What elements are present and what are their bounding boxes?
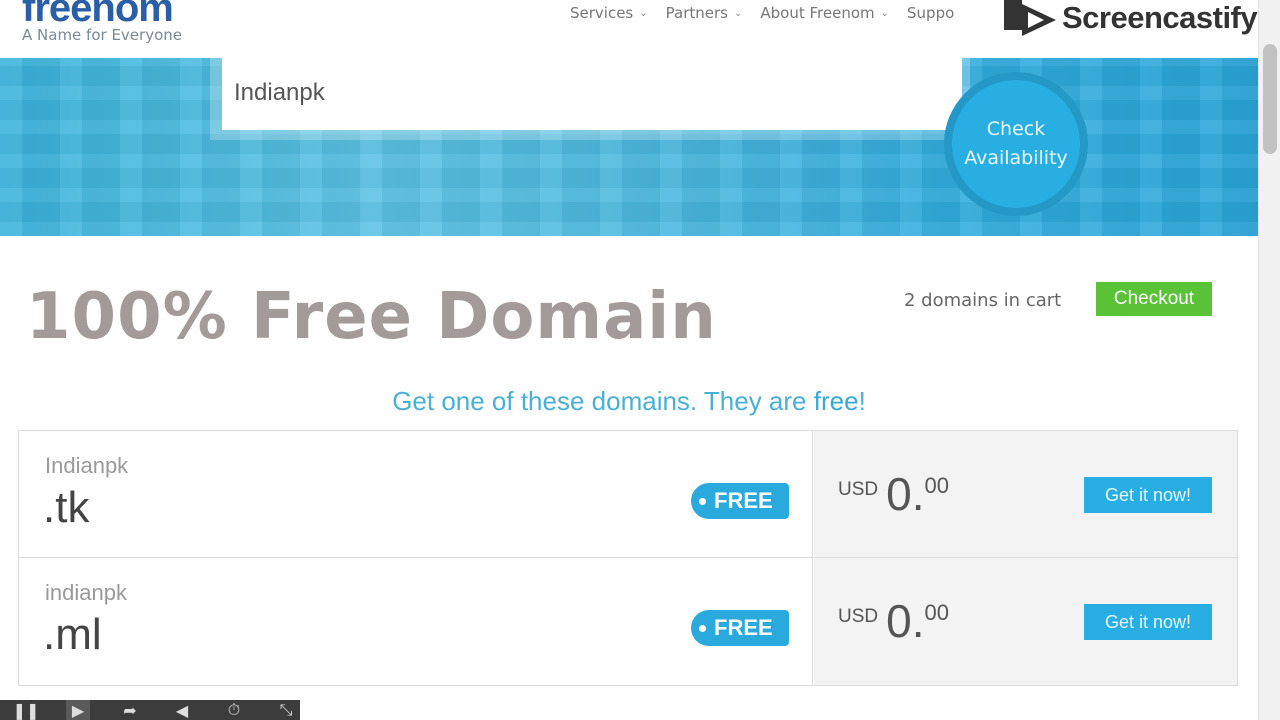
domain-tld: .tk bbox=[43, 483, 90, 532]
domain-info: Indianpk .tk FREE bbox=[19, 431, 813, 557]
price-amount: 0. bbox=[886, 468, 925, 520]
price-cents: 00 bbox=[924, 600, 949, 625]
domain-price: USD 0. 00 bbox=[838, 598, 949, 644]
chevron-down-icon: ⌄ bbox=[880, 7, 890, 19]
screencastify-label: Screencastify bbox=[1062, 0, 1258, 35]
cart-count: 2 domains in cart bbox=[904, 290, 1062, 311]
nav-about[interactable]: About Freenom ⌄ bbox=[760, 4, 889, 22]
timer-icon[interactable]: ⏱ bbox=[222, 700, 246, 720]
subtitle-suffix: ! bbox=[858, 386, 866, 416]
free-badge: FREE bbox=[691, 610, 789, 646]
price-amount: 0. bbox=[886, 595, 925, 647]
bullet-icon bbox=[699, 624, 706, 632]
nav-services[interactable]: Services ⌄ bbox=[570, 4, 648, 22]
nav-services-label: Services bbox=[570, 4, 634, 22]
domain-name: indianpk bbox=[45, 580, 127, 605]
domain-row: Indianpk .tk FREE USD 0. 00 Get it now! bbox=[18, 430, 1238, 558]
check-button-line1: Check bbox=[986, 118, 1046, 140]
domain-tld: .ml bbox=[43, 610, 102, 659]
price-cents: 00 bbox=[924, 473, 949, 498]
chevron-down-icon: ⌄ bbox=[734, 7, 743, 19]
domain-price: USD 0. 00 bbox=[838, 471, 949, 517]
subtitle-prefix: Get one of these domains. They are bbox=[392, 386, 814, 416]
domain-results-list: Indianpk .tk FREE USD 0. 00 Get it now! … bbox=[18, 430, 1238, 686]
video-player-toolbar: ❚❚ ▶ ➦ ◀ ⏱ ⤡ bbox=[0, 700, 300, 720]
page-scrollbar[interactable] bbox=[1258, 0, 1280, 720]
domain-price-panel: USD 0. 00 Get it now! bbox=[814, 431, 1237, 557]
screencastify-logo-icon bbox=[1002, 0, 1062, 38]
play-icon[interactable]: ▶ bbox=[66, 700, 90, 720]
subtitle-emphasis: free bbox=[813, 386, 859, 416]
logo-tagline: A Name for Everyone bbox=[22, 26, 182, 44]
price-currency: USD bbox=[838, 479, 879, 500]
price-currency: USD bbox=[838, 606, 879, 627]
domain-info: indianpk .ml FREE bbox=[19, 558, 813, 685]
check-button-line2: Availability bbox=[964, 147, 1068, 169]
nav-about-label: About Freenom bbox=[760, 4, 875, 22]
screencastify-watermark: Screencastify bbox=[1002, 0, 1280, 42]
volume-icon[interactable]: ◀ bbox=[170, 700, 194, 720]
free-badge-label: FREE bbox=[714, 615, 773, 640]
checkout-button[interactable]: Checkout bbox=[1096, 282, 1212, 316]
nav-support[interactable]: Suppo bbox=[907, 4, 955, 22]
check-availability-button[interactable]: Check Availability bbox=[944, 72, 1088, 216]
nav-support-label: Suppo bbox=[907, 4, 955, 22]
domain-name: Indianpk bbox=[45, 453, 129, 478]
domain-price-panel: USD 0. 00 Get it now! bbox=[814, 558, 1237, 685]
domain-row: indianpk .ml FREE USD 0. 00 Get it now! bbox=[18, 558, 1238, 686]
domain-search-input[interactable] bbox=[222, 56, 962, 130]
share-icon[interactable]: ➦ bbox=[118, 700, 142, 720]
nav-partners[interactable]: Partners ⌄ bbox=[666, 4, 743, 22]
fullscreen-icon[interactable]: ⤡ bbox=[274, 700, 298, 720]
get-it-now-button[interactable]: Get it now! bbox=[1084, 477, 1212, 513]
free-badge: FREE bbox=[691, 483, 789, 519]
bullet-icon bbox=[699, 497, 706, 505]
get-it-now-button[interactable]: Get it now! bbox=[1084, 604, 1212, 640]
nav-partners-label: Partners bbox=[665, 4, 728, 22]
chevron-down-icon: ⌄ bbox=[639, 7, 648, 19]
results-subtitle: Get one of these domains. They are free! bbox=[0, 386, 1258, 417]
free-badge-label: FREE bbox=[714, 488, 773, 513]
top-nav: Services ⌄ Partners ⌄ About Freenom ⌄ Su… bbox=[570, 4, 973, 22]
overlay-headline: 100% Free Domain bbox=[26, 280, 717, 354]
scrollbar-thumb[interactable] bbox=[1263, 44, 1277, 154]
pause-icon[interactable]: ❚❚ bbox=[13, 700, 40, 720]
